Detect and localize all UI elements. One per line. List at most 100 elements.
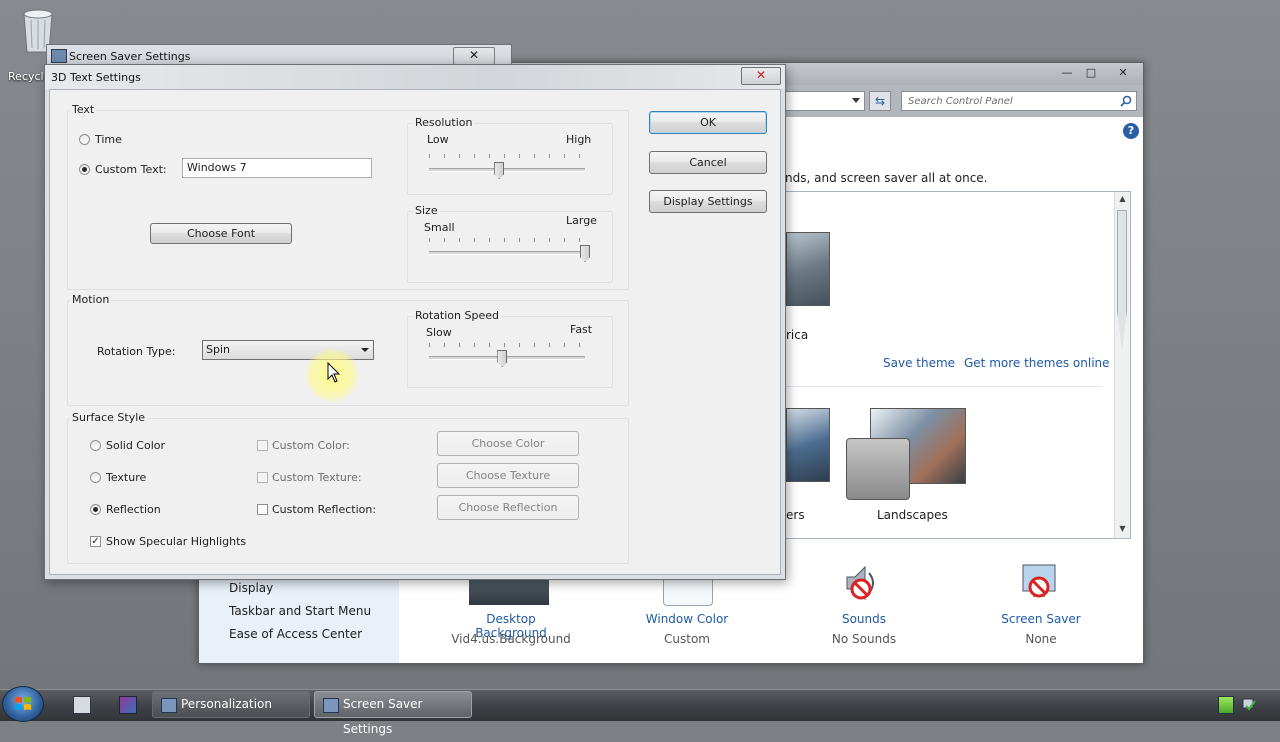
theme-thumbnail-landscapes-front — [846, 438, 910, 500]
theme-label: rica — [786, 328, 809, 342]
specular-highlights-checkbox[interactable]: ✓ — [90, 536, 101, 547]
screen-saver-link[interactable]: Screen Saver — [991, 612, 1091, 626]
dialog-title: 3D Text Settings — [51, 71, 141, 84]
3d-text-settings-dialog: 3D Text Settings ✕ Text Time Custom Text… — [44, 64, 786, 580]
specular-highlights-label: Show Specular Highlights — [106, 535, 247, 548]
custom-text-input[interactable]: Windows 7 — [182, 158, 372, 178]
screen-saver-close-button[interactable]: ✕ — [453, 47, 495, 65]
rotation-speed-slow-label: Slow — [426, 326, 452, 339]
window-color-swatch[interactable] — [663, 577, 713, 606]
resolution-high-label: High — [566, 133, 592, 146]
solid-color-radio[interactable] — [90, 440, 101, 451]
taskbar-item-label: Personalization — [181, 697, 272, 711]
help-icon[interactable]: ? — [1123, 123, 1139, 139]
desktop-background-value: Vid4.us.Background — [451, 632, 571, 646]
size-slider-track — [429, 251, 585, 255]
texture-radio[interactable] — [90, 472, 101, 483]
solid-color-label: Solid Color — [106, 439, 166, 452]
choose-font-button[interactable]: Choose Font — [150, 223, 292, 244]
size-small-label: Small — [424, 221, 455, 234]
choose-reflection-button[interactable]: Choose Reflection — [437, 495, 579, 520]
windows-logo-icon — [14, 696, 32, 711]
resolution-title: Resolution — [413, 116, 475, 129]
rotation-speed-ticks — [429, 343, 585, 347]
window-color-value: Custom — [664, 632, 710, 646]
desktop-background-thumbnail[interactable] — [469, 577, 549, 605]
size-large-label: Large — [566, 214, 597, 227]
custom-color-checkbox[interactable] — [257, 440, 268, 451]
switch-windows-icon[interactable] — [119, 696, 137, 714]
refresh-button[interactable]: ⇆ — [869, 91, 891, 111]
reflection-radio[interactable] — [90, 504, 101, 515]
resolution-ticks — [429, 154, 585, 158]
size-title: Size — [413, 204, 440, 217]
choose-texture-button[interactable]: Choose Texture — [437, 463, 579, 488]
taskbar-item-personalization[interactable]: Personalization — [152, 691, 310, 718]
start-button[interactable] — [2, 686, 44, 722]
themes-scrollbar[interactable]: ▲ ▼ — [1114, 192, 1130, 538]
window-color-link[interactable]: Window Color — [631, 612, 743, 626]
screen-saver-settings-title: Screen Saver Settings — [69, 50, 191, 63]
scroll-up-icon[interactable]: ▲ — [1115, 194, 1130, 208]
personalization-icon — [161, 698, 177, 713]
ok-button[interactable]: OK — [649, 111, 767, 134]
size-ticks — [429, 238, 585, 242]
rotation-type-value: Spin — [206, 343, 230, 356]
display-settings-button[interactable]: Display Settings — [649, 190, 767, 213]
rotation-speed-fast-label: Fast — [570, 323, 593, 336]
close-icon: ✕ — [755, 68, 767, 82]
dialog-body: Text Time Custom Text: Windows 7 Choose … — [49, 89, 781, 575]
custom-text-label: Custom Text: — [95, 163, 167, 176]
get-more-themes-link[interactable]: Get more themes online — [964, 356, 1110, 370]
show-desktop-icon[interactable] — [73, 696, 91, 714]
chevron-down-icon — [852, 98, 860, 103]
minimize-button[interactable]: — — [1055, 65, 1079, 81]
mouse-pointer-icon — [327, 362, 341, 383]
divider — [786, 386, 1102, 387]
custom-reflection-checkbox[interactable] — [257, 504, 268, 515]
maximize-button[interactable]: □ — [1079, 65, 1103, 81]
search-input[interactable]: Search Control Panel — [901, 91, 1137, 111]
choose-color-button[interactable]: Choose Color — [437, 431, 579, 456]
address-dropdown[interactable] — [785, 91, 865, 111]
taskbar-item-label: Screen Saver Settings — [343, 697, 423, 736]
resolution-slider-track — [429, 168, 585, 172]
sounds-link[interactable]: Sounds — [815, 612, 913, 626]
sidebar-link-ease-of-access[interactable]: Ease of Access Center — [229, 627, 362, 641]
texture-label: Texture — [106, 471, 147, 484]
close-button[interactable]: ✕ — [1111, 65, 1135, 81]
sounds-icon[interactable] — [839, 559, 885, 605]
dialog-titlebar: 3D Text Settings ✕ — [45, 65, 785, 89]
reflection-label: Reflection — [106, 503, 161, 516]
battery-icon[interactable] — [1218, 696, 1234, 714]
custom-color-label: Custom Color: — [272, 439, 350, 452]
cancel-button[interactable]: Cancel — [649, 151, 767, 174]
sounds-value: No Sounds — [831, 632, 897, 646]
sidebar-link-taskbar[interactable]: Taskbar and Start Menu — [229, 604, 371, 618]
custom-reflection-label: Custom Reflection: — [272, 503, 377, 516]
search-icon — [1120, 95, 1132, 107]
theme-label-landscapes: Landscapes — [877, 508, 948, 522]
sidebar-link-display[interactable]: Display — [229, 581, 273, 595]
screen-saver-icon[interactable] — [1017, 559, 1063, 605]
theme-thumbnail[interactable] — [786, 408, 830, 482]
surface-style-title: Surface Style — [70, 411, 148, 424]
time-radio[interactable] — [79, 134, 90, 145]
rotation-type-label: Rotation Type: — [97, 345, 176, 358]
scrollbar-thumb[interactable] — [1117, 210, 1127, 350]
dialog-close-button[interactable]: ✕ — [741, 67, 781, 85]
taskbar-item-screen-saver-settings[interactable]: Screen Saver Settings — [314, 691, 472, 736]
screen-saver-settings-icon — [323, 698, 339, 713]
theme-thumbnail[interactable] — [786, 232, 830, 306]
search-placeholder: Search Control Panel — [908, 96, 1013, 107]
custom-text-radio[interactable] — [79, 164, 90, 175]
chevron-down-icon — [361, 348, 369, 352]
screen-saver-window-icon — [51, 49, 67, 63]
scroll-down-icon[interactable]: ▼ — [1115, 524, 1130, 538]
network-icon[interactable] — [1242, 696, 1256, 712]
motion-group-title: Motion — [70, 293, 112, 306]
intro-text: nds, and screen saver all at once. — [785, 171, 988, 185]
save-theme-link[interactable]: Save theme — [883, 356, 955, 370]
custom-texture-checkbox[interactable] — [257, 472, 268, 483]
refresh-icon: ⇆ — [874, 94, 886, 108]
